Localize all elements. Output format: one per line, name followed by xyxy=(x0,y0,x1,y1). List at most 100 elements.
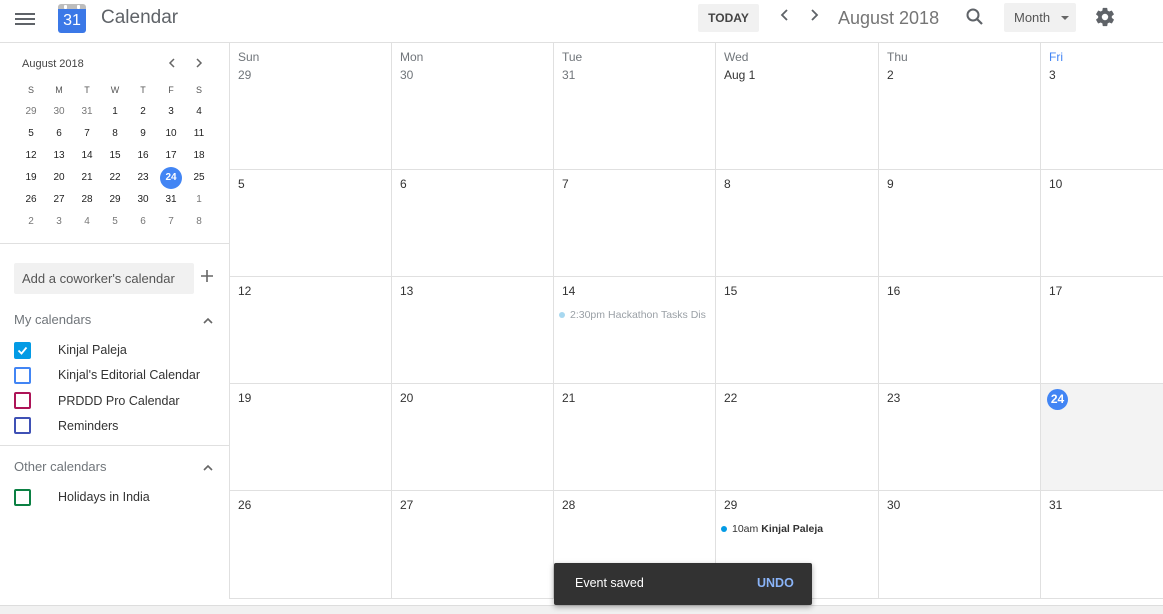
mini-calendar-day[interactable]: 16 xyxy=(129,145,157,167)
next-period-button[interactable] xyxy=(804,6,824,27)
mini-calendar-day[interactable]: 7 xyxy=(73,123,101,145)
mini-calendar-day[interactable]: 22 xyxy=(101,167,129,189)
day-number[interactable]: 10 xyxy=(1049,177,1062,191)
other-calendars-header[interactable]: Other calendars xyxy=(14,459,107,474)
mini-calendar-day[interactable]: 4 xyxy=(185,101,213,123)
settings-button[interactable] xyxy=(1094,6,1116,28)
day-number[interactable]: 17 xyxy=(1049,284,1062,298)
day-number[interactable]: 8 xyxy=(724,177,731,191)
calendar-list-item[interactable]: Kinjal's Editorial Calendar xyxy=(14,364,214,386)
undo-button[interactable]: UNDO xyxy=(757,576,794,590)
mini-calendar-day[interactable]: 7 xyxy=(157,211,185,233)
view-switcher-dropdown[interactable]: Month xyxy=(1004,3,1076,32)
day-number[interactable]: 23 xyxy=(887,391,900,405)
day-cell[interactable]: 14 2:30pm Hackathon Tasks Dis xyxy=(554,277,716,383)
day-cell[interactable]: 6 xyxy=(392,170,554,276)
mini-calendar-day[interactable]: 13 xyxy=(45,145,73,167)
calendar-list-item[interactable]: Holidays in India xyxy=(14,486,214,508)
day-cell[interactable]: 24 xyxy=(1041,384,1163,490)
day-number[interactable]: 5 xyxy=(238,177,245,191)
mini-calendar-day[interactable]: 11 xyxy=(185,123,213,145)
day-cell[interactable]: 7 xyxy=(554,170,716,276)
day-cell[interactable]: Fri 3 xyxy=(1041,43,1163,169)
day-number[interactable]: 9 xyxy=(887,177,894,191)
mini-calendar-prev-button[interactable] xyxy=(167,56,177,72)
day-number[interactable]: 29 xyxy=(238,68,251,82)
mini-calendar-day[interactable]: 30 xyxy=(45,101,73,123)
day-number[interactable]: 14 xyxy=(562,284,575,298)
calendar-checkbox[interactable] xyxy=(14,366,31,384)
collapse-my-calendars-button[interactable] xyxy=(202,314,214,326)
day-cell[interactable]: 27 xyxy=(392,491,554,599)
add-calendar-button[interactable] xyxy=(200,266,214,289)
event-chip[interactable]: 2:30pm Hackathon Tasks Dis xyxy=(559,308,711,322)
day-number[interactable]: 27 xyxy=(400,498,413,512)
day-cell[interactable]: Sun 29 xyxy=(230,43,392,169)
day-number[interactable]: 22 xyxy=(724,391,737,405)
mini-calendar-day[interactable]: 23 xyxy=(129,167,157,189)
day-number[interactable]: 30 xyxy=(400,68,413,82)
mini-calendar-day[interactable]: 28 xyxy=(73,189,101,211)
calendar-list-item[interactable]: Reminders xyxy=(14,415,214,437)
mini-calendar-day[interactable]: 2 xyxy=(17,211,45,233)
today-button[interactable]: TODAY xyxy=(698,4,759,32)
prev-period-button[interactable] xyxy=(775,6,795,27)
calendar-checkbox[interactable] xyxy=(14,488,31,506)
mini-calendar-day[interactable]: 9 xyxy=(129,123,157,145)
mini-calendar-day[interactable]: 4 xyxy=(73,211,101,233)
day-cell[interactable]: 30 xyxy=(879,491,1041,599)
calendar-list-item[interactable]: Kinjal Paleja xyxy=(14,339,214,361)
mini-calendar-day[interactable]: 5 xyxy=(17,123,45,145)
day-number[interactable]: 31 xyxy=(1049,498,1062,512)
calendar-checkbox[interactable] xyxy=(14,341,31,359)
day-number[interactable]: 31 xyxy=(562,68,575,82)
mini-calendar-day[interactable]: 8 xyxy=(101,123,129,145)
day-number[interactable]: 29 xyxy=(724,498,737,512)
mini-calendar-day[interactable]: 12 xyxy=(17,145,45,167)
day-cell[interactable]: 5 xyxy=(230,170,392,276)
add-coworker-calendar-input[interactable]: Add a coworker's calendar xyxy=(14,263,194,294)
day-cell[interactable]: Tue 31 xyxy=(554,43,716,169)
mini-calendar-day[interactable]: 5 xyxy=(101,211,129,233)
my-calendars-header[interactable]: My calendars xyxy=(14,312,91,327)
mini-calendar-day[interactable]: 14 xyxy=(73,145,101,167)
mini-calendar-day[interactable]: 3 xyxy=(45,211,73,233)
mini-calendar-day[interactable]: 31 xyxy=(73,101,101,123)
day-cell[interactable]: Mon 30 xyxy=(392,43,554,169)
mini-calendar-day[interactable]: 18 xyxy=(185,145,213,167)
day-number[interactable]: 6 xyxy=(400,177,407,191)
event-chip[interactable]: 10am Kinjal Paleja xyxy=(721,522,874,536)
mini-calendar-day[interactable]: 25 xyxy=(185,167,213,189)
mini-calendar-day[interactable]: 10 xyxy=(157,123,185,145)
mini-calendar-day[interactable]: 26 xyxy=(17,189,45,211)
mini-calendar-day[interactable]: 6 xyxy=(129,211,157,233)
mini-calendar-day[interactable]: 6 xyxy=(45,123,73,145)
day-number[interactable]: 26 xyxy=(238,498,251,512)
mini-calendar-day[interactable]: 24 xyxy=(157,167,185,189)
mini-calendar-day[interactable]: 17 xyxy=(157,145,185,167)
mini-calendar-day[interactable]: 21 xyxy=(73,167,101,189)
day-cell[interactable]: 23 xyxy=(879,384,1041,490)
day-number[interactable]: 12 xyxy=(238,284,251,298)
day-number[interactable]: 16 xyxy=(887,284,900,298)
day-number[interactable]: 24 xyxy=(1047,389,1068,410)
mini-calendar-day[interactable]: 27 xyxy=(45,189,73,211)
day-cell[interactable]: 21 xyxy=(554,384,716,490)
collapse-other-calendars-button[interactable] xyxy=(202,461,214,473)
day-cell[interactable]: 31 xyxy=(1041,491,1163,599)
day-number[interactable]: 30 xyxy=(887,498,900,512)
day-number[interactable]: 20 xyxy=(400,391,413,405)
mini-calendar-day[interactable]: 3 xyxy=(157,101,185,123)
day-number[interactable]: 21 xyxy=(562,391,575,405)
day-cell[interactable]: Thu 2 xyxy=(879,43,1041,169)
day-cell[interactable]: 15 xyxy=(716,277,879,383)
day-cell[interactable]: 9 xyxy=(879,170,1041,276)
mini-calendar-day[interactable]: 29 xyxy=(101,189,129,211)
mini-calendar-day[interactable]: 20 xyxy=(45,167,73,189)
day-number[interactable]: 13 xyxy=(400,284,413,298)
day-cell[interactable]: 12 xyxy=(230,277,392,383)
day-number[interactable]: 7 xyxy=(562,177,569,191)
main-menu-icon[interactable] xyxy=(15,10,35,26)
day-cell[interactable]: 20 xyxy=(392,384,554,490)
mini-calendar-day[interactable]: 29 xyxy=(17,101,45,123)
